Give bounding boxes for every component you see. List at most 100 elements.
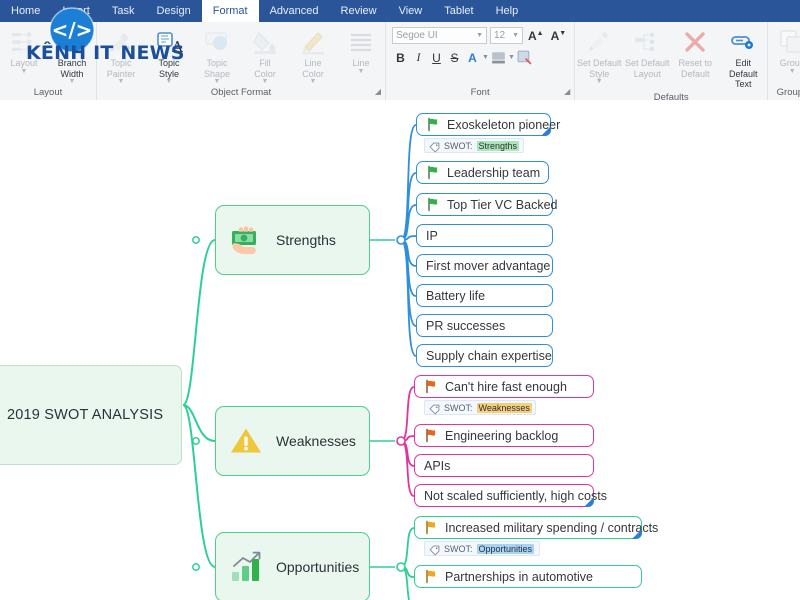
- ribbon-button-line-color[interactable]: Line Color▼: [289, 25, 337, 85]
- leaf-node[interactable]: Leadership team: [416, 161, 549, 184]
- menu-item-view[interactable]: View: [388, 0, 434, 22]
- menu-item-help[interactable]: Help: [485, 0, 530, 22]
- bold-button[interactable]: B: [392, 49, 409, 66]
- dialog-launcher-icon[interactable]: ◢: [375, 84, 381, 99]
- ribbon-button-reset-to-default[interactable]: Reset to Default: [671, 25, 719, 79]
- ribbon-button-set-default-layout[interactable]: Set Default Layout: [623, 25, 671, 79]
- chevron-down-icon[interactable]: ▼: [358, 69, 365, 75]
- ribbon-group-label: Font◢: [386, 85, 574, 100]
- layout-icon: [10, 27, 38, 57]
- ribbon-group-font: Segoe UI▼12▼A▲A▼BIUSA▼▼Font◢: [386, 22, 575, 100]
- ribbon-button-label: Line Color: [302, 58, 324, 79]
- ribbon-button-fill-color[interactable]: Fill Color▼: [241, 25, 289, 85]
- font-size-select[interactable]: 12 ▼: [490, 27, 523, 44]
- ribbon-button-set-default-style[interactable]: Set Default Style▼: [575, 25, 623, 85]
- leaf-node[interactable]: Exoskeleton pioneer: [416, 113, 551, 136]
- italic-button[interactable]: I: [410, 49, 427, 66]
- chevron-down-icon: ▼: [476, 32, 483, 39]
- chevron-down-icon[interactable]: ▼: [508, 54, 515, 61]
- leaf-node[interactable]: IP: [416, 224, 553, 247]
- svg-text:A: A: [171, 38, 183, 56]
- chevron-down-icon[interactable]: ▼: [596, 79, 603, 85]
- branch-node-strengths[interactable]: Strengths: [215, 205, 370, 275]
- leaf-node[interactable]: PR successes: [416, 314, 553, 337]
- set-default-style-icon: [585, 27, 613, 57]
- tag-icon: [429, 140, 440, 151]
- menu-item-review[interactable]: Review: [330, 0, 388, 22]
- line-color-icon: [299, 27, 327, 57]
- strikethrough-button[interactable]: S: [446, 49, 463, 66]
- application-window: HomeInsertTaskDesignFormatAdvancedReview…: [0, 0, 800, 600]
- chevron-down-icon: ▼: [512, 32, 519, 39]
- ribbon-button-label: Set Default Layout: [625, 58, 670, 79]
- leaf-node[interactable]: Supply chain expertise: [416, 344, 553, 367]
- swot-tag-value: Strengths: [477, 141, 520, 151]
- root-node[interactable]: 2019 SWOT ANALYSIS: [0, 365, 182, 465]
- underline-button[interactable]: U: [428, 49, 445, 66]
- group-icon: [778, 27, 800, 57]
- ribbon-button-label: Reset to Default: [678, 58, 712, 79]
- leaf-node[interactable]: Battery life: [416, 284, 553, 307]
- shrink-font-button[interactable]: A▼: [549, 29, 569, 43]
- line-icon: [347, 27, 375, 57]
- shrink-font-label: A: [551, 29, 560, 43]
- ribbon-button-topic-shape[interactable]: Topic Shape▼: [193, 25, 241, 85]
- menu-item-home[interactable]: Home: [0, 0, 51, 22]
- leaf-node[interactable]: First mover advantage: [416, 254, 553, 277]
- tag-icon: [429, 402, 440, 413]
- ribbon-button-label: Edit Default Text: [720, 58, 766, 90]
- grow-font-button[interactable]: A▲: [526, 29, 546, 43]
- mindmap-canvas[interactable]: 2019 SWOT ANALYSIS Strengths Weaknesses Op…: [0, 100, 800, 600]
- leaf-node[interactable]: Engineering backlog: [414, 424, 594, 447]
- menu-item-advanced[interactable]: Advanced: [259, 0, 330, 22]
- selection-resize-handle[interactable]: [584, 497, 594, 507]
- dialog-launcher-icon[interactable]: ◢: [564, 84, 570, 99]
- swot-tag-key: SWOT:: [444, 544, 473, 554]
- ribbon-button-layout[interactable]: Layout▼: [0, 25, 48, 75]
- swot-tag[interactable]: SWOT: Strengths: [424, 138, 524, 153]
- leaf-node[interactable]: Not scaled sufficiently, high costs: [414, 484, 594, 507]
- branch-node-opportunities[interactable]: Opportunities: [215, 532, 370, 600]
- swot-tag[interactable]: SWOT:Opportunities: [424, 541, 540, 556]
- ribbon-button-edit-default-text[interactable]: Edit Default Text: [719, 25, 767, 90]
- ribbon-button-group[interactable]: Group▼: [768, 25, 800, 75]
- highlight-button[interactable]: [490, 49, 507, 66]
- ribbon-button-branch-width[interactable]: Branch Width▼: [48, 25, 96, 85]
- menu-item-format[interactable]: Format: [202, 0, 259, 22]
- leaf-node[interactable]: Partnerships in automotive: [414, 565, 642, 588]
- orange-flag-icon: [424, 379, 439, 394]
- reset-to-default-icon: [681, 27, 709, 57]
- root-node-label: 2019 SWOT ANALYSIS: [7, 407, 163, 423]
- text-color-button[interactable]: A: [464, 49, 481, 66]
- swot-tag[interactable]: SWOT:Weaknesses: [424, 400, 536, 415]
- ribbon-button-line[interactable]: Line▼: [337, 25, 385, 75]
- ribbon-button-topic-style[interactable]: ATopic Style▼: [145, 25, 193, 85]
- clear-format-button[interactable]: [516, 49, 533, 66]
- menu-item-tablet[interactable]: Tablet: [433, 0, 484, 22]
- menu-item-insert[interactable]: Insert: [51, 0, 101, 22]
- branch-node-weaknesses[interactable]: Weaknesses: [215, 406, 370, 476]
- swot-tag-key: SWOT:: [444, 403, 473, 413]
- fill-color-icon: [251, 27, 279, 57]
- menu-bar: HomeInsertTaskDesignFormatAdvancedReview…: [0, 0, 800, 22]
- chevron-down-icon[interactable]: ▼: [21, 69, 28, 75]
- menu-item-task[interactable]: Task: [101, 0, 146, 22]
- selection-resize-handle[interactable]: [632, 529, 642, 539]
- chevron-down-icon[interactable]: ▼: [789, 69, 796, 75]
- leaf-node-label: Engineering backlog: [445, 429, 558, 443]
- leaf-node[interactable]: Increased military spending / contracts: [414, 516, 642, 539]
- ribbon-button-topic-painter[interactable]: Topic Painter▼: [97, 25, 145, 85]
- font-size-value: 12: [494, 30, 505, 41]
- leaf-node-label: APIs: [424, 459, 450, 473]
- chevron-down-icon[interactable]: ▼: [482, 54, 489, 61]
- leaf-node[interactable]: Top Tier VC Backed: [416, 193, 553, 216]
- swot-tag-key: SWOT:: [444, 141, 473, 151]
- font-family-select[interactable]: Segoe UI▼: [392, 27, 487, 44]
- green-flag-icon: [426, 165, 441, 180]
- menu-item-design[interactable]: Design: [145, 0, 201, 22]
- selection-resize-handle[interactable]: [541, 126, 551, 136]
- leaf-node[interactable]: APIs: [414, 454, 594, 477]
- leaf-node[interactable]: Can't hire fast enough: [414, 375, 594, 398]
- yellow-flag-icon: [424, 520, 439, 535]
- ribbon-button-label: Group: [780, 58, 800, 69]
